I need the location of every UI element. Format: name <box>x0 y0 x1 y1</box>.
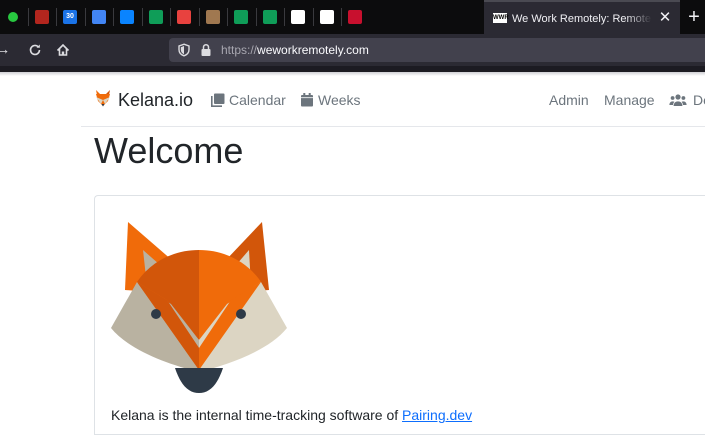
tab-app-blue-favicon-icon <box>120 10 134 24</box>
tab-separator <box>56 8 57 26</box>
new-tab-button[interactable]: + <box>684 4 704 30</box>
tab-separator <box>27 8 29 26</box>
forward-arrow-icon[interactable]: → <box>0 39 14 61</box>
intro-text: Kelana is the internal time-tracking sof… <box>111 405 472 425</box>
close-tab-icon[interactable]: ✕ <box>656 9 674 27</box>
site-navbar: Kelana.io Calendar Weeks Admin Manage De <box>81 76 705 127</box>
calendar-icon <box>211 93 225 107</box>
tab-separator <box>170 8 171 26</box>
brand-name: Kelana.io <box>118 90 194 110</box>
users-icon <box>669 94 687 106</box>
page-title: Welcome <box>94 130 244 171</box>
intro-prefix: Kelana is the internal time-tracking sof… <box>111 407 403 423</box>
tab-app-figma-favicon-icon <box>177 10 191 24</box>
active-tab-title: We Work Remotely: Remote jobs in design,… <box>512 11 652 27</box>
tab-app-photo[interactable] <box>200 4 226 30</box>
lock-icon[interactable] <box>200 43 212 57</box>
url-host: weworkremotely.com <box>257 43 369 57</box>
tab-separator <box>341 8 342 26</box>
tab-separator <box>84 8 86 26</box>
tab-separator <box>284 8 285 26</box>
nav-link-manage[interactable]: Manage <box>604 90 655 110</box>
tab-separator <box>255 8 257 26</box>
tab-app-red-favicon-icon <box>34 10 49 24</box>
nav-link-calendar-label: Calendar <box>229 92 286 108</box>
tab-green-dot-favicon-icon <box>8 12 18 22</box>
tab-sheets-favicon-icon <box>148 10 163 24</box>
tab-separator <box>113 8 114 26</box>
wwr-favicon-icon: WWR <box>493 13 509 23</box>
weeks-icon <box>301 93 313 107</box>
home-button[interactable] <box>52 39 74 61</box>
tab-app-blue[interactable] <box>114 4 140 30</box>
tab-green-dot[interactable] <box>0 4 26 30</box>
nav-link-admin[interactable]: Admin <box>549 90 589 110</box>
tab-github-2-favicon-icon <box>319 10 334 24</box>
fox-nose <box>175 368 223 393</box>
tab-calendar[interactable]: 30 <box>57 4 83 30</box>
tab-app-v-favicon-icon <box>348 10 362 24</box>
tab-separator <box>198 8 200 26</box>
nav-link-weeks-label: Weeks <box>318 92 361 108</box>
tab-app-photo-favicon-icon <box>205 10 220 24</box>
fox-left-eye <box>151 309 161 319</box>
tab-sheets[interactable] <box>143 4 169 30</box>
reload-button[interactable] <box>24 39 46 61</box>
home-icon <box>56 43 70 56</box>
tab-sheets-3[interactable] <box>257 4 283 30</box>
tab-app-red[interactable] <box>29 4 55 30</box>
kelana-fox-logo <box>111 222 287 393</box>
url-scheme: https:// <box>221 43 258 57</box>
pairing-dev-link[interactable]: Pairing.dev <box>402 407 472 423</box>
tab-github[interactable] <box>285 4 311 30</box>
tab-app-figma[interactable] <box>171 4 197 30</box>
tab-github-2[interactable] <box>314 4 340 30</box>
reload-icon <box>29 44 41 56</box>
tracking-shield-icon[interactable] <box>177 43 191 57</box>
fox-logo-icon <box>96 90 110 107</box>
tab-app-v[interactable] <box>342 4 368 30</box>
tab-calendar-favicon-icon: 30 <box>63 10 77 24</box>
tab-sheets-3-favicon-icon <box>262 10 277 24</box>
address-bar[interactable]: https://weworkremotely.com <box>169 38 705 62</box>
tab-docs-favicon-icon <box>91 10 106 24</box>
browser-tab-strip: 30 WWR We Work Remotely: Remote jobs in … <box>0 0 705 34</box>
tab-sheets-2[interactable] <box>228 4 254 30</box>
active-tab[interactable]: WWR We Work Remotely: Remote jobs in des… <box>484 0 680 34</box>
fox-right-eye <box>236 309 246 319</box>
tab-github-favicon-icon <box>291 10 305 24</box>
tab-separator <box>227 8 228 26</box>
tab-docs[interactable] <box>86 4 112 30</box>
tab-separator <box>312 8 314 26</box>
url-text[interactable]: https://weworkremotely.com <box>221 42 369 58</box>
nav-link-team-label: De <box>693 92 705 108</box>
tab-sheets-2-favicon-icon <box>234 10 248 24</box>
tab-separator <box>141 8 143 26</box>
